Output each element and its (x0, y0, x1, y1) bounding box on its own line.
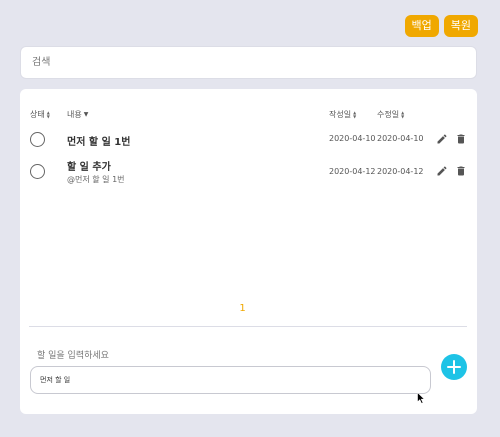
header-content[interactable]: 내용 ▼ (67, 109, 88, 120)
search-bar (20, 46, 477, 79)
modified-date: 2020-04-12 (377, 167, 424, 176)
status-checkbox[interactable] (30, 132, 45, 147)
header-modified-label: 수정일 (377, 110, 400, 119)
trash-icon[interactable] (455, 165, 467, 177)
todo-title: 할 일 추가 (67, 162, 111, 173)
created-date: 2020-04-10 (329, 134, 376, 143)
sort-icon: ▲ ▼ (353, 109, 357, 119)
top-actions: 백업 복원 (404, 15, 478, 37)
add-todo-button[interactable] (441, 354, 467, 380)
sort-icon: ▲ ▼ (401, 109, 405, 119)
divider (29, 326, 467, 327)
header-modified[interactable]: 수정일 ▲ ▼ (377, 109, 404, 120)
header-status[interactable]: 상태 ▲ ▼ (30, 109, 50, 120)
mouse-cursor-icon (417, 392, 425, 404)
sort-down-icon: ▼ (83, 111, 89, 118)
table-row: 먼저 할 일 1번 2020-04-10 2020-04-10 (20, 125, 477, 155)
header-status-label: 상태 (30, 110, 45, 119)
backup-button[interactable]: 백업 (404, 15, 439, 37)
pagination-current-page[interactable]: 1 (20, 303, 465, 314)
todo-title: 먼저 할 일 1번 (67, 137, 131, 148)
table-row: 할 일 추가 @먼저 할 일 1번 2020-04-12 2020-04-12 (20, 156, 477, 186)
pencil-icon[interactable] (436, 133, 448, 145)
created-date: 2020-04-12 (329, 167, 376, 176)
pencil-icon[interactable] (436, 165, 448, 177)
sort-icon: ▲ ▼ (46, 109, 50, 119)
modified-date: 2020-04-10 (377, 134, 424, 143)
search-input[interactable] (21, 47, 476, 78)
todo-parent-ref: @먼저 할 일 1번 (67, 175, 125, 184)
restore-button[interactable]: 복원 (443, 15, 478, 37)
header-created-label: 작성일 (329, 110, 352, 119)
todo-card: 상태 ▲ ▼ 내용 ▼ 작성일 ▲ ▼ 수정일 ▲ ▼ 먼저 할 일 1번 2020-… (20, 89, 477, 414)
new-todo-input[interactable] (30, 366, 431, 394)
new-todo-label: 할 일을 입력하세요 (37, 351, 109, 361)
header-created[interactable]: 작성일 ▲ ▼ (329, 109, 356, 120)
trash-icon[interactable] (455, 133, 467, 145)
status-checkbox[interactable] (30, 164, 45, 179)
header-content-label: 내용 (67, 110, 82, 119)
plus-icon (447, 360, 461, 374)
